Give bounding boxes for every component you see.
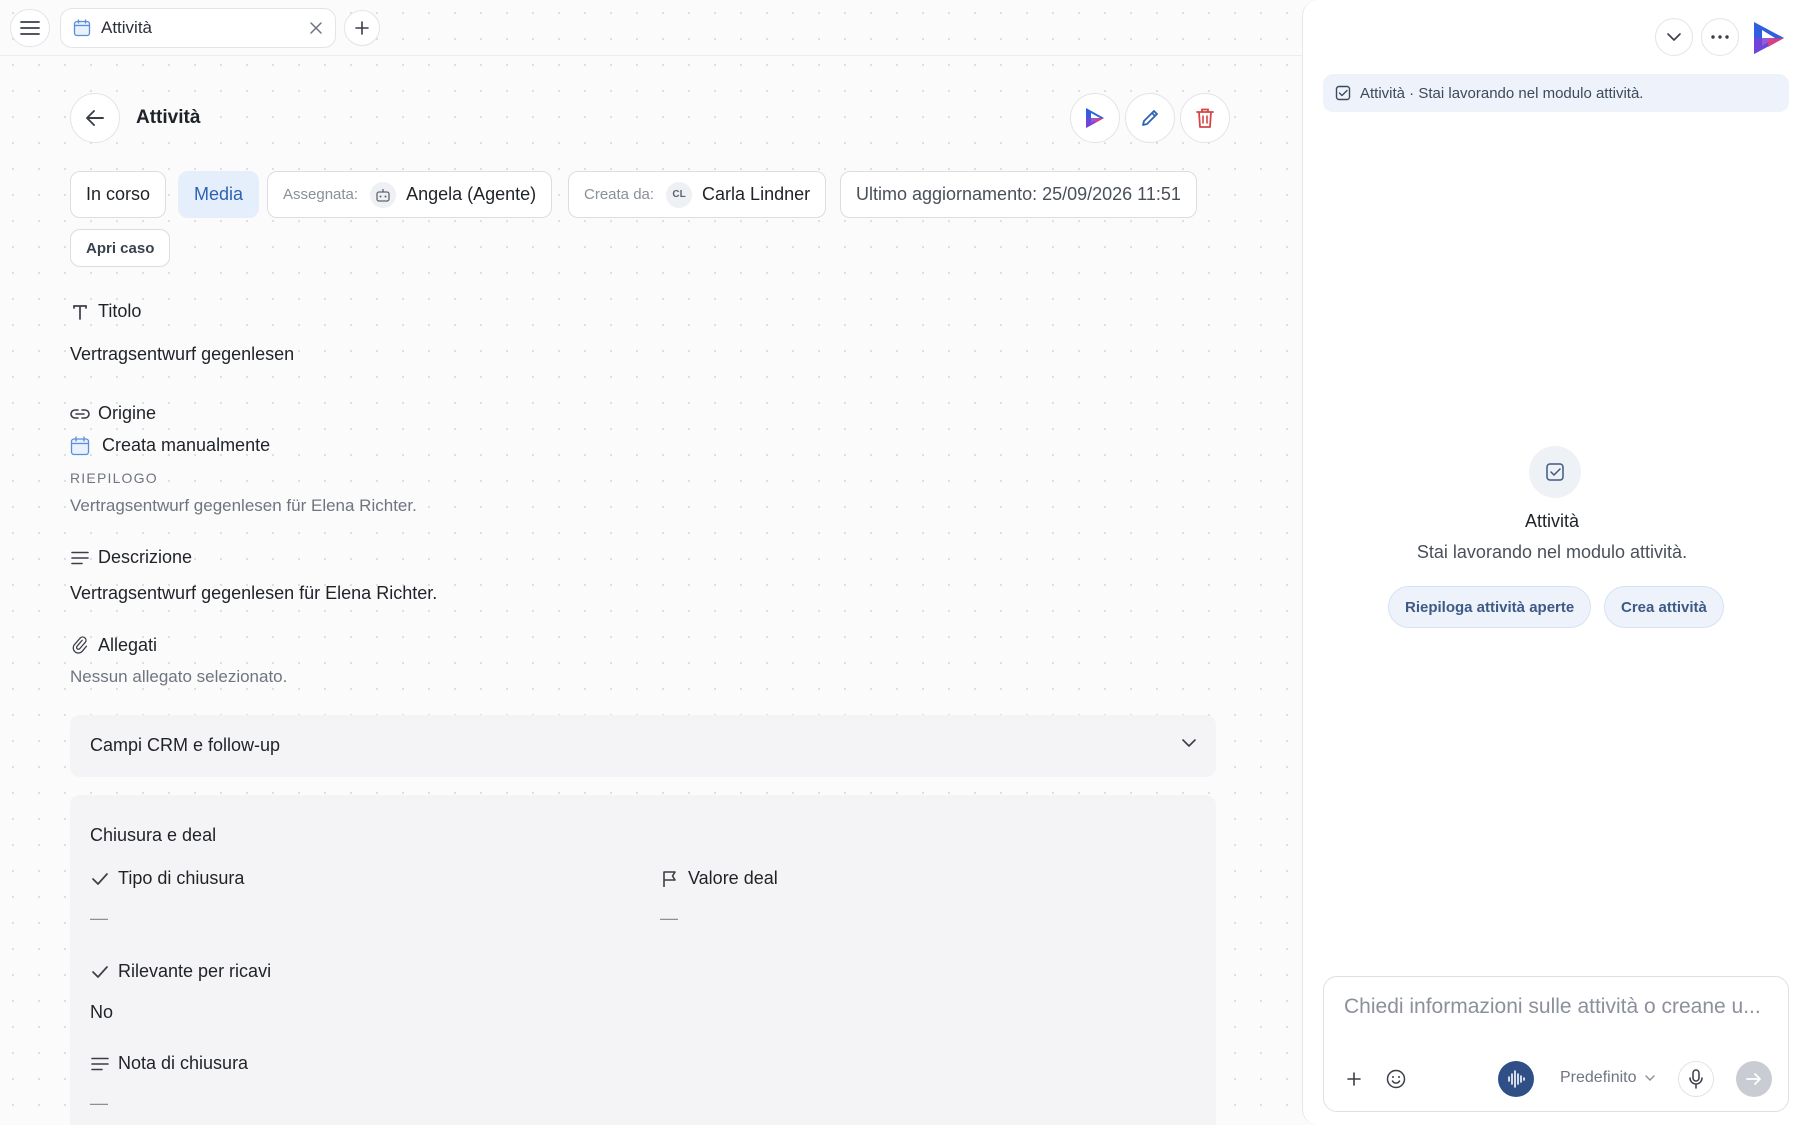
closing-section-title: Chiusura e deal (90, 825, 217, 845)
link-icon (70, 404, 90, 424)
deal-value-label: Valore deal (660, 868, 778, 889)
tab-label: Attività (101, 18, 153, 37)
page-title: Attività (136, 107, 201, 128)
priority-chip[interactable]: Media (178, 171, 260, 218)
attach-button[interactable] (1336, 1061, 1372, 1097)
description-value: Vertragsentwurf gegenlesen für Elena Ric… (70, 583, 438, 603)
context-banner: Attività · Stai lavorando nel modulo att… (1323, 74, 1789, 112)
menu-button[interactable] (10, 9, 50, 47)
closing-note-value: — (90, 1093, 108, 1113)
chevron-down-icon (1667, 32, 1681, 42)
arrow-left-icon (85, 109, 105, 127)
origin-value: Creata manualmente (70, 435, 270, 456)
paperclip-icon (70, 635, 90, 656)
assignee-key: Assegnata: (283, 186, 359, 203)
robot-icon (370, 181, 397, 208)
closing-type-value: — (90, 908, 108, 928)
ai-assistant-button[interactable] (1070, 93, 1120, 143)
new-tab-button[interactable] (344, 10, 380, 46)
arrow-right-icon (1746, 1072, 1762, 1086)
assistant-panel: Attività · Stai lavorando nel modulo att… (1302, 0, 1800, 1125)
more-options-button[interactable] (1701, 18, 1739, 56)
waveform-icon (1507, 1070, 1525, 1088)
send-button[interactable] (1736, 1061, 1772, 1097)
back-button[interactable] (70, 93, 120, 143)
trash-icon (1195, 107, 1215, 129)
chat-input[interactable]: Chiedi informazioni sulle attività o cre… (1344, 995, 1784, 1019)
text-type-icon (70, 302, 90, 322)
assignee-chip[interactable]: Assegnata: Angela (Agente) (267, 171, 553, 218)
task-detail: Attività In corso Media Assegnata: Angel… (0, 57, 1302, 1125)
crm-accordion-header[interactable]: Campi CRM e follow-up (70, 715, 1216, 777)
creator-value: Carla Lindner (702, 184, 811, 204)
attachments-value: Nessun allegato selezionato. (70, 667, 288, 686)
chevron-down-icon (1644, 1074, 1655, 1082)
pencil-icon (1139, 107, 1161, 129)
context-text: Attività · Stai lavorando nel modulo att… (1360, 84, 1644, 102)
align-left-icon (90, 1054, 110, 1074)
revenue-relevant-label: Rilevante per ricavi (90, 961, 271, 982)
creator-chip: Creata da: CL Carla Lindner (568, 171, 827, 218)
checkbox-icon (1529, 446, 1581, 498)
revenue-relevant-value: No (90, 1002, 114, 1022)
microphone-icon (1689, 1069, 1703, 1089)
ellipsis-icon (1711, 35, 1729, 39)
mode-label: Predefinito (1560, 1069, 1637, 1086)
plus-icon (1347, 1072, 1361, 1086)
description-field-label: Descrizione (70, 547, 192, 568)
priority-value: Media (194, 184, 244, 204)
close-tab-icon[interactable] (309, 21, 323, 35)
assistant-logo-icon (1082, 106, 1108, 130)
checkbox-icon (1335, 85, 1351, 101)
mode-selector[interactable]: Predefinito (1560, 1069, 1655, 1087)
deal-value-value: — (660, 908, 678, 928)
emoji-button[interactable] (1378, 1061, 1414, 1097)
chat-composer: Chiedi informazioni sulle attività o cre… (1323, 976, 1789, 1112)
status-chip[interactable]: In corso (70, 171, 167, 218)
check-icon (90, 869, 110, 889)
summary-value: Vertragsentwurf gegenlesen für Elena Ric… (70, 496, 417, 515)
chevron-down-icon (1182, 739, 1196, 748)
attachments-field-label: Allegati (70, 635, 157, 656)
microphone-button[interactable] (1678, 1061, 1714, 1097)
align-left-icon (70, 548, 90, 568)
voice-mode-button[interactable] (1498, 1061, 1534, 1097)
edit-button[interactable] (1125, 93, 1175, 143)
creator-avatar: CL (666, 181, 693, 208)
hamburger-icon (20, 20, 40, 36)
assistant-logo-icon (1748, 18, 1788, 58)
summary-label: RIEPILOGO (70, 470, 158, 486)
delete-button[interactable] (1180, 93, 1230, 143)
calendar-icon (70, 435, 90, 456)
closing-note-label: Nota di chiusura (90, 1053, 248, 1074)
collapse-panel-button[interactable] (1655, 18, 1693, 56)
closing-type-label: Tipo di chiusura (90, 868, 244, 889)
empty-state-title: Attività (1524, 511, 1580, 531)
crm-section-title: Campi CRM e follow-up (90, 735, 281, 755)
plus-icon (354, 20, 370, 36)
flag-icon (660, 869, 680, 889)
assignee-value: Angela (Agente) (406, 184, 537, 204)
closing-deal-section: Chiusura e deal Tipo di chiusura — Valor… (70, 795, 1216, 1125)
tab-bar: Attività (0, 0, 1302, 56)
origin-field-label: Origine (70, 403, 156, 424)
empty-state-subtitle: Stai lavorando nel modulo attività. (1416, 542, 1688, 562)
suggestion-summarize-open-tasks[interactable]: Riepiloga attività aperte (1388, 586, 1592, 628)
title-value: Vertragsentwurf gegenlesen (70, 344, 295, 364)
tab-attivita[interactable]: Attività (60, 8, 336, 48)
suggestion-create-task[interactable]: Crea attività (1604, 586, 1724, 628)
calendar-icon (73, 19, 91, 37)
title-field-label: Titolo (70, 301, 141, 322)
smiley-icon (1386, 1069, 1406, 1089)
check-icon (90, 962, 110, 982)
last-updated-value: Ultimo aggiornamento: 25/09/2026 11:51 (856, 184, 1181, 204)
creator-key: Creata da: (584, 186, 655, 203)
open-case-button[interactable]: Apri caso (70, 229, 171, 267)
last-updated-chip: Ultimo aggiornamento: 25/09/2026 11:51 (840, 171, 1197, 218)
status-value: In corso (86, 184, 151, 204)
